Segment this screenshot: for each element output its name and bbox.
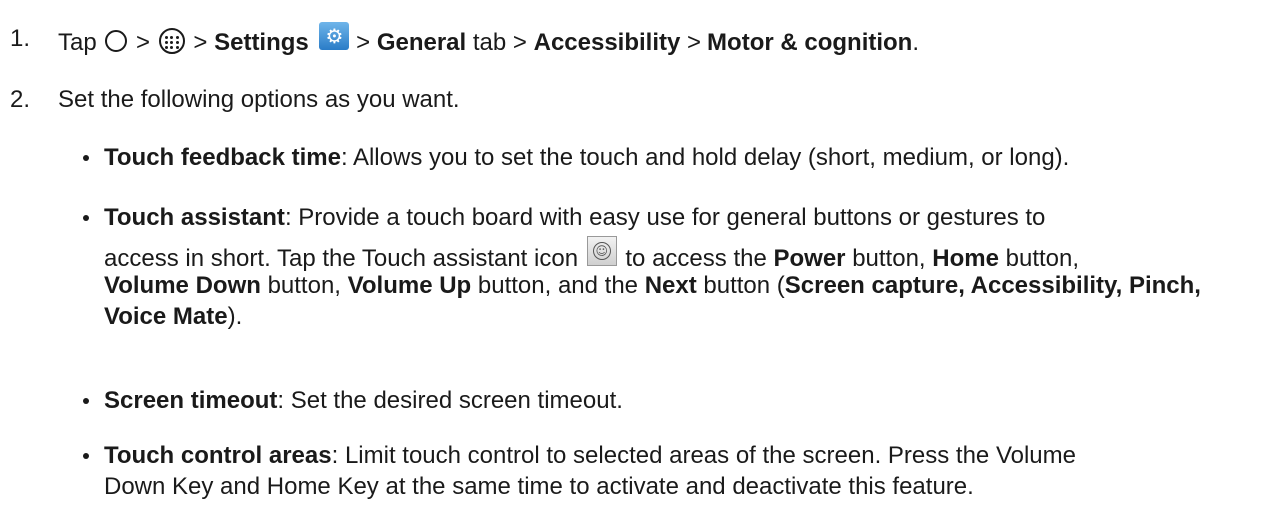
option-line: Touch control areas: Limit touch control… xyxy=(104,440,1244,471)
bullet-dot xyxy=(83,215,89,221)
separator: > xyxy=(136,29,151,56)
option-desc: : Limit touch control to selected areas … xyxy=(331,442,1076,469)
separator: > xyxy=(687,29,702,56)
option-screen-timeout: Screen timeout: Set the desired screen t… xyxy=(83,385,1244,416)
volume-down-label: Volume Down xyxy=(104,272,261,299)
settings-gear-icon: ⚙ xyxy=(319,22,350,50)
option-desc: button, xyxy=(1005,245,1080,272)
separator: > xyxy=(356,29,371,56)
home-circle-icon xyxy=(105,30,128,52)
option-desc: button ( xyxy=(703,272,785,299)
option-desc: to access the xyxy=(625,245,767,272)
bullet-dot xyxy=(83,398,89,404)
option-line: access in short. Tap the Touch assistant… xyxy=(104,236,1244,272)
period: . xyxy=(912,29,920,56)
option-desc: ). xyxy=(227,303,243,330)
separator: > xyxy=(512,29,527,56)
tap-word: Tap xyxy=(58,29,97,56)
bullet-dot xyxy=(83,453,89,459)
step-1-text: Tap > > Settings ⚙ > General tab > Acces… xyxy=(58,22,919,60)
option-touch-feedback-time: Touch feedback time: Allows you to set t… xyxy=(83,142,1244,173)
power-label: Power xyxy=(773,245,846,272)
step-2-text: Set the following options as you want. xyxy=(58,86,460,113)
apps-icon xyxy=(158,28,185,54)
motor-cognition-label: Motor & cognition xyxy=(707,29,913,56)
option-desc: button, xyxy=(852,245,926,272)
option-desc: : Set the desired screen timeout. xyxy=(277,387,623,414)
separator: > xyxy=(193,29,208,56)
option-desc: : Provide a touch board with easy use fo… xyxy=(284,204,1046,231)
option-title: Touch assistant xyxy=(104,204,285,231)
next-label: Next xyxy=(644,272,697,299)
step-1-number: 1. xyxy=(10,25,31,52)
option-line: Down Key and Home Key at the same time t… xyxy=(104,471,1244,502)
volume-up-label: Volume Up xyxy=(347,272,472,299)
option-title: Touch control areas xyxy=(104,442,332,469)
bullet-dot xyxy=(83,155,89,161)
option-desc: button, xyxy=(267,272,341,299)
tab-word: tab xyxy=(472,29,507,56)
option-touch-control-areas: Touch control areas: Limit touch control… xyxy=(83,440,1244,502)
touch-assistant-icon: ☺ xyxy=(586,236,617,266)
option-desc: Down Key and Home Key at the same time t… xyxy=(104,473,974,500)
option-line: Volume Down button, Volume Up button, an… xyxy=(104,270,1244,330)
general-label: General xyxy=(376,29,467,56)
home-label: Home xyxy=(932,245,999,272)
option-touch-assistant: Touch assistant: Provide a touch board w… xyxy=(83,202,1244,330)
accessibility-label: Accessibility xyxy=(533,29,681,56)
step-2-number: 2. xyxy=(10,86,31,113)
option-title: Screen timeout xyxy=(104,387,278,414)
option-line: Touch assistant: Provide a touch board w… xyxy=(104,202,1244,236)
settings-label: Settings xyxy=(214,29,309,56)
option-desc: access in short. Tap the Touch assistant… xyxy=(104,245,579,272)
option-desc: : Allows you to set the touch and hold d… xyxy=(340,144,1070,171)
option-title: Touch feedback time xyxy=(104,144,341,171)
option-desc: button, and the xyxy=(477,272,639,299)
